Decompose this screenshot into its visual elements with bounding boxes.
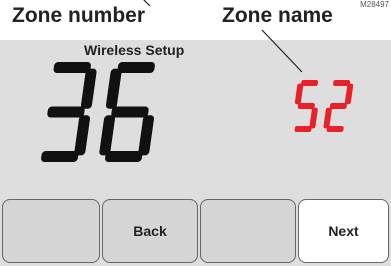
callout-leaders — [143, 0, 303, 73]
zone-number-leader — [143, 0, 151, 7]
zone-name-leader — [261, 29, 303, 73]
